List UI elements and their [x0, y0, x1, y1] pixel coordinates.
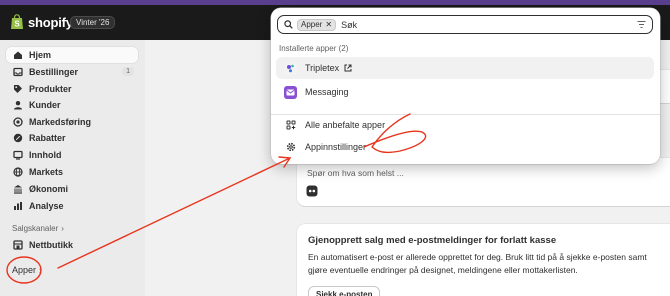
result-tripletex[interactable]: Tripletex	[276, 57, 654, 79]
tripletex-icon	[284, 61, 297, 75]
discount-icon	[13, 133, 23, 143]
chip-label: Apper	[301, 20, 323, 29]
promo-title: Gjenopprett salg med e-postmeldinger for…	[308, 235, 557, 246]
search-input[interactable]: Apper ✕ Søk	[277, 15, 653, 34]
sidebar-item-label: Produkter	[29, 84, 72, 94]
sales-channels-heading[interactable]: Salgskanaler ›	[12, 224, 64, 233]
sidebar-item-discounts[interactable]: Rabatter	[6, 130, 138, 146]
result-label: Messaging	[305, 87, 349, 97]
sidebar-item-products[interactable]: Produkter	[6, 81, 138, 97]
promo-body: En automatisert e-post er allerede oppre…	[308, 252, 647, 275]
chevron-right-icon: ›	[61, 224, 64, 233]
person-icon	[13, 100, 23, 110]
filter-icon[interactable]	[637, 20, 646, 29]
shopify-logo[interactable]: S shopify	[10, 14, 73, 30]
brand-name: shopify	[28, 14, 73, 30]
sidebar-item-label: Bestillinger	[29, 67, 79, 77]
sidebar-item-label: Kunder	[29, 100, 61, 110]
shopify-bag-icon: S	[11, 14, 23, 29]
sidebar-item-label: Markedsføring	[29, 117, 92, 127]
result-messaging[interactable]: Messaging	[276, 81, 654, 103]
chevron-right-icon: ›	[39, 265, 43, 275]
sidebar-item-label: Nettbutikk	[29, 240, 74, 250]
sidebar-item-analytics[interactable]: Analyse	[6, 198, 138, 214]
close-icon[interactable]: ✕	[325, 20, 332, 29]
bank-icon	[13, 184, 23, 194]
gear-icon	[284, 141, 297, 154]
home-icon	[13, 50, 23, 60]
orders-count-badge: 1	[122, 67, 134, 76]
chart-icon	[13, 201, 23, 211]
search-icon	[284, 20, 293, 29]
installed-apps-heading: Installerte apper (2)	[279, 44, 349, 53]
sidebar-item-label: Rabatter	[29, 133, 66, 143]
inbox-icon	[13, 67, 23, 77]
target-icon	[13, 117, 23, 127]
link-all-recommended-apps[interactable]: Alle anbefalte apper	[276, 114, 654, 136]
sales-channels-label: Salgskanaler	[12, 224, 59, 233]
sidebar-item-marketing[interactable]: Markedsføring	[6, 114, 138, 130]
sidebar-item-label: Innhold	[29, 150, 62, 160]
sidebar-item-label: Analyse	[29, 201, 64, 211]
tag-icon	[13, 84, 23, 94]
sidebar-item-markets[interactable]: Markets	[6, 164, 138, 180]
edition-badge: Vinter '26	[70, 16, 116, 29]
check-email-button[interactable]: Sjekk e-posten	[308, 286, 381, 296]
ask-anything-placeholder[interactable]: Spør om hva som helst ...	[307, 168, 404, 178]
sidebar-item-customers[interactable]: Kunder	[6, 97, 138, 113]
link-app-settings[interactable]: Appinnstillinger	[276, 136, 654, 158]
sidebar-item-online-store[interactable]: Nettbutikk	[6, 237, 138, 253]
sidekick-ask-card[interactable]	[297, 158, 670, 206]
storefront-icon	[13, 240, 23, 250]
sidekick-icon	[306, 185, 318, 197]
result-label: Alle anbefalte apper	[305, 120, 386, 130]
result-label: Tripletex	[305, 63, 340, 73]
sidebar-item-label: Hjem	[29, 50, 52, 60]
content-icon	[13, 150, 23, 160]
sidebar-item-content[interactable]: Innhold	[6, 147, 138, 163]
svg-text:S: S	[14, 20, 20, 29]
search-query[interactable]: Søk	[341, 20, 357, 30]
apps-label: Apper	[12, 265, 37, 275]
messaging-icon	[284, 85, 297, 99]
result-label: Appinnstillinger	[305, 142, 367, 152]
external-link-icon[interactable]	[344, 64, 352, 72]
search-dropdown: Apper ✕ Søk Installerte apper (2) Triple…	[271, 8, 660, 164]
sidebar-item-home[interactable]: Hjem	[6, 47, 138, 63]
globe-icon	[13, 167, 23, 177]
sidebar-item-orders[interactable]: Bestillinger 1	[6, 64, 138, 80]
sidebar-item-finance[interactable]: Økonomi	[6, 181, 138, 197]
sidebar-item-apps[interactable]: Apper ›	[12, 265, 42, 275]
apps-grid-icon	[284, 119, 297, 132]
sidebar-item-label: Markets	[29, 167, 64, 177]
apps-filter-chip[interactable]: Apper ✕	[297, 18, 337, 31]
sidebar-item-label: Økonomi	[29, 184, 69, 194]
